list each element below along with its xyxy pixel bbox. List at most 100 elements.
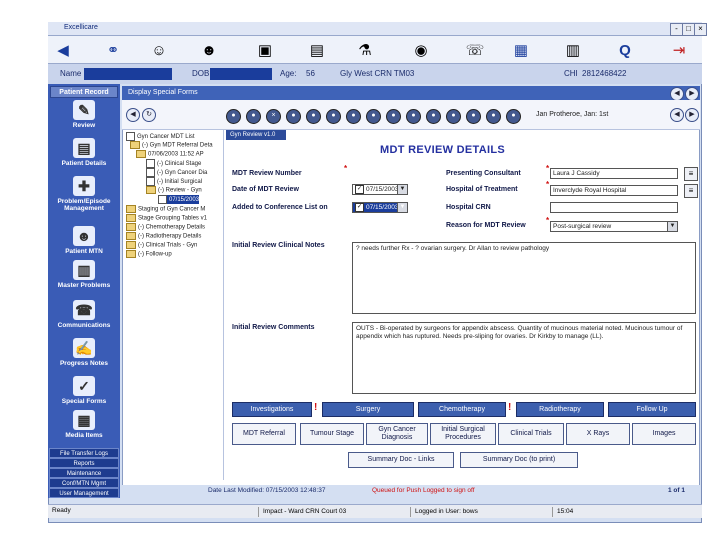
clinical-trials-button[interactable]: Clinical Trials — [498, 423, 564, 445]
tree-item[interactable]: 07/06/2003 11:52 AP — [136, 150, 204, 158]
patient-banner: Name DOB Age: 56 Gly West CRN TM03 CHI 2… — [48, 64, 702, 84]
initial-surgical-procedures-button[interactable]: Initial Surgical Procedures — [430, 423, 496, 445]
summary-doc-print-button[interactable]: Summary Doc (to print) — [460, 452, 578, 468]
sidebar-maintenance[interactable]: Maintenance — [49, 468, 119, 478]
tree-item[interactable]: (-) Radiotherapy Details — [126, 232, 201, 240]
time-text: 15:04 — [552, 507, 597, 517]
tool-icon-1[interactable]: ● — [226, 109, 241, 124]
tool-icon-5[interactable]: ● — [306, 109, 321, 124]
note-icon[interactable]: ≡ — [684, 167, 698, 181]
tree-item-selected[interactable]: 07/15/2003 — [158, 195, 200, 204]
nav-back-icon[interactable]: ◀ — [126, 108, 140, 122]
tool-icon-6[interactable]: ● — [326, 109, 341, 124]
tool-icon-13[interactable]: ● — [466, 109, 481, 124]
back-icon[interactable]: ◀ — [670, 87, 684, 101]
tool-icon-2[interactable]: ● — [246, 109, 261, 124]
tool-icon-15[interactable]: ● — [506, 109, 521, 124]
tool-icon-9[interactable]: ● — [386, 109, 401, 124]
notes-icon[interactable]: ▤ — [306, 40, 328, 60]
sidebar-header[interactable]: Patient Record — [50, 86, 118, 98]
chemotherapy-button[interactable]: Chemotherapy — [418, 402, 506, 417]
investigations-button[interactable]: Investigations — [232, 402, 312, 417]
tool-icon-12[interactable]: ● — [446, 109, 461, 124]
tree-item[interactable]: Gyn Cancer MDT List — [126, 132, 195, 141]
initial-notes-textarea[interactable]: ? needs further Rx - ? ovarian surgery. … — [352, 242, 696, 314]
tool-icon-delete[interactable]: × — [266, 109, 281, 124]
tree-item[interactable]: Staging of Gyn Cancer M — [126, 205, 205, 213]
chevron-down-icon[interactable]: ▼ — [397, 203, 407, 212]
initial-comments-label: Initial Review Comments — [232, 324, 315, 331]
tool-icon-4[interactable]: ● — [286, 109, 301, 124]
panel-header: Display Special Forms ◀ ▶ — [122, 86, 700, 101]
tree-item[interactable]: (-) Initial Surgical — [146, 177, 202, 186]
sidebar-conf-mtn-mgmt[interactable]: Conf/MTN Mgmt — [49, 478, 119, 488]
date-checkbox[interactable]: ✓ — [355, 185, 364, 194]
gyn-cancer-diagnosis-button[interactable]: Gyn Cancer Diagnosis — [366, 423, 428, 445]
tool-icon-10[interactable]: ● — [406, 109, 421, 124]
tool-icon-14[interactable]: ● — [486, 109, 501, 124]
note-icon[interactable]: ≡ — [684, 184, 698, 198]
exit-icon[interactable]: ⇥ — [668, 40, 690, 60]
summary-doc-links-button[interactable]: Summary Doc - Links — [348, 452, 454, 468]
binoculars-icon[interactable]: ⚭ — [102, 40, 124, 60]
mdt-referral-button[interactable]: MDT Referral — [232, 423, 296, 445]
queued-text: Queued for Push Logged to sign off — [372, 487, 475, 494]
initial-comments-textarea[interactable]: OUTS - Bi-operated by surgeons for appen… — [352, 322, 696, 394]
tree-item[interactable]: (-) Clinical Trials - Gyn — [126, 241, 197, 249]
tree-item[interactable]: (-) Review - Gyn — [146, 186, 202, 194]
location-text: Impact - Ward CRN Court 03 — [258, 507, 413, 517]
x-rays-button[interactable]: X Rays — [566, 423, 630, 445]
nav-prev-icon[interactable]: ◀ — [670, 108, 684, 122]
chevron-down-icon[interactable]: ▼ — [397, 185, 407, 194]
sidebar: Patient Record ✎ Review ▤ Patient Detail… — [48, 84, 120, 498]
hospital-crn-field[interactable] — [550, 202, 678, 213]
sidebar-reports[interactable]: Reports — [49, 458, 119, 468]
tree-item[interactable]: (-) Clinical Stage — [146, 159, 201, 168]
monitor-icon[interactable]: ◉ — [410, 40, 432, 60]
tool-icon-7[interactable]: ● — [346, 109, 361, 124]
query-icon[interactable]: Q — [614, 40, 636, 60]
sidebar-item-master-problems[interactable]: ▥ Master Problems — [48, 260, 120, 304]
close-button[interactable]: × — [694, 23, 707, 36]
sidebar-item-label: Review — [72, 122, 96, 129]
status-bar: Ready Impact - Ward CRN Court 03 Logged … — [48, 504, 702, 518]
forward-icon[interactable]: ▶ — [685, 87, 699, 101]
special-forms-icon: ✓ — [73, 376, 95, 396]
tumour-stage-button[interactable]: Tumour Stage — [300, 423, 364, 445]
sidebar-item-problem[interactable]: ✚ Problem/Episode Management — [48, 176, 120, 220]
radiotherapy-button[interactable]: Radiotherapy — [516, 402, 604, 417]
sidebar-item-label: Special Forms — [61, 398, 107, 405]
calculator-icon[interactable]: ▥ — [562, 40, 584, 60]
pin-icon[interactable] — [510, 40, 532, 60]
tree-item[interactable]: (-) Gyn MDT Referral Deta — [130, 141, 213, 149]
date-of-mdt-review-field[interactable]: ✓ 07/15/2003 ▼ — [352, 184, 408, 195]
added-to-conf-field[interactable]: ✓ 07/15/2003 ▼ — [352, 202, 408, 213]
hospital-of-treatment-field[interactable]: Inverclyde Royal Hospital — [550, 185, 678, 196]
media-items-icon: ▦ — [73, 410, 95, 430]
reason-select[interactable]: Post-surgical review ▼ — [550, 221, 678, 232]
images-button[interactable]: Images — [632, 423, 696, 445]
presenting-consultant-field[interactable]: Laura J Cassidy — [550, 168, 678, 179]
forms-tree: Gyn Cancer MDT List (-) Gyn MDT Referral… — [124, 130, 224, 480]
patient-icon[interactable]: ☻ — [198, 40, 220, 60]
tree-item[interactable]: (-) Chemotherapy Details — [126, 223, 205, 231]
doctor-icon[interactable]: ☺ — [148, 40, 170, 60]
tree-item[interactable]: (-) Follow-up — [126, 250, 172, 258]
chevron-down-icon[interactable]: ▼ — [667, 222, 677, 231]
form-tab[interactable]: Gyn Review v1.0 — [226, 130, 286, 140]
surgery-button[interactable]: Surgery — [322, 402, 414, 417]
phone-icon[interactable]: ☏ — [464, 40, 486, 60]
tool-icon-8[interactable]: ● — [366, 109, 381, 124]
follow-up-button[interactable]: Follow Up — [608, 402, 696, 417]
patient-name-box — [84, 68, 172, 80]
tree-item[interactable]: Stage Grouping Tables v1 — [126, 214, 207, 222]
tree-item[interactable]: (-) Gyn Cancer Dia — [146, 168, 207, 177]
lab-icon[interactable]: ⚗ — [354, 40, 376, 60]
computer-icon[interactable]: ▣ — [254, 40, 276, 60]
conf-checkbox[interactable]: ✓ — [355, 203, 364, 212]
nav-next-icon[interactable]: ▶ — [685, 108, 699, 122]
sidebar-user-management[interactable]: User Management — [49, 488, 119, 498]
nav-refresh-icon[interactable]: ↻ — [142, 108, 156, 122]
tool-icon-11[interactable]: ● — [426, 109, 441, 124]
sidebar-file-transfer-logs[interactable]: File Transfer Logs — [49, 448, 119, 458]
